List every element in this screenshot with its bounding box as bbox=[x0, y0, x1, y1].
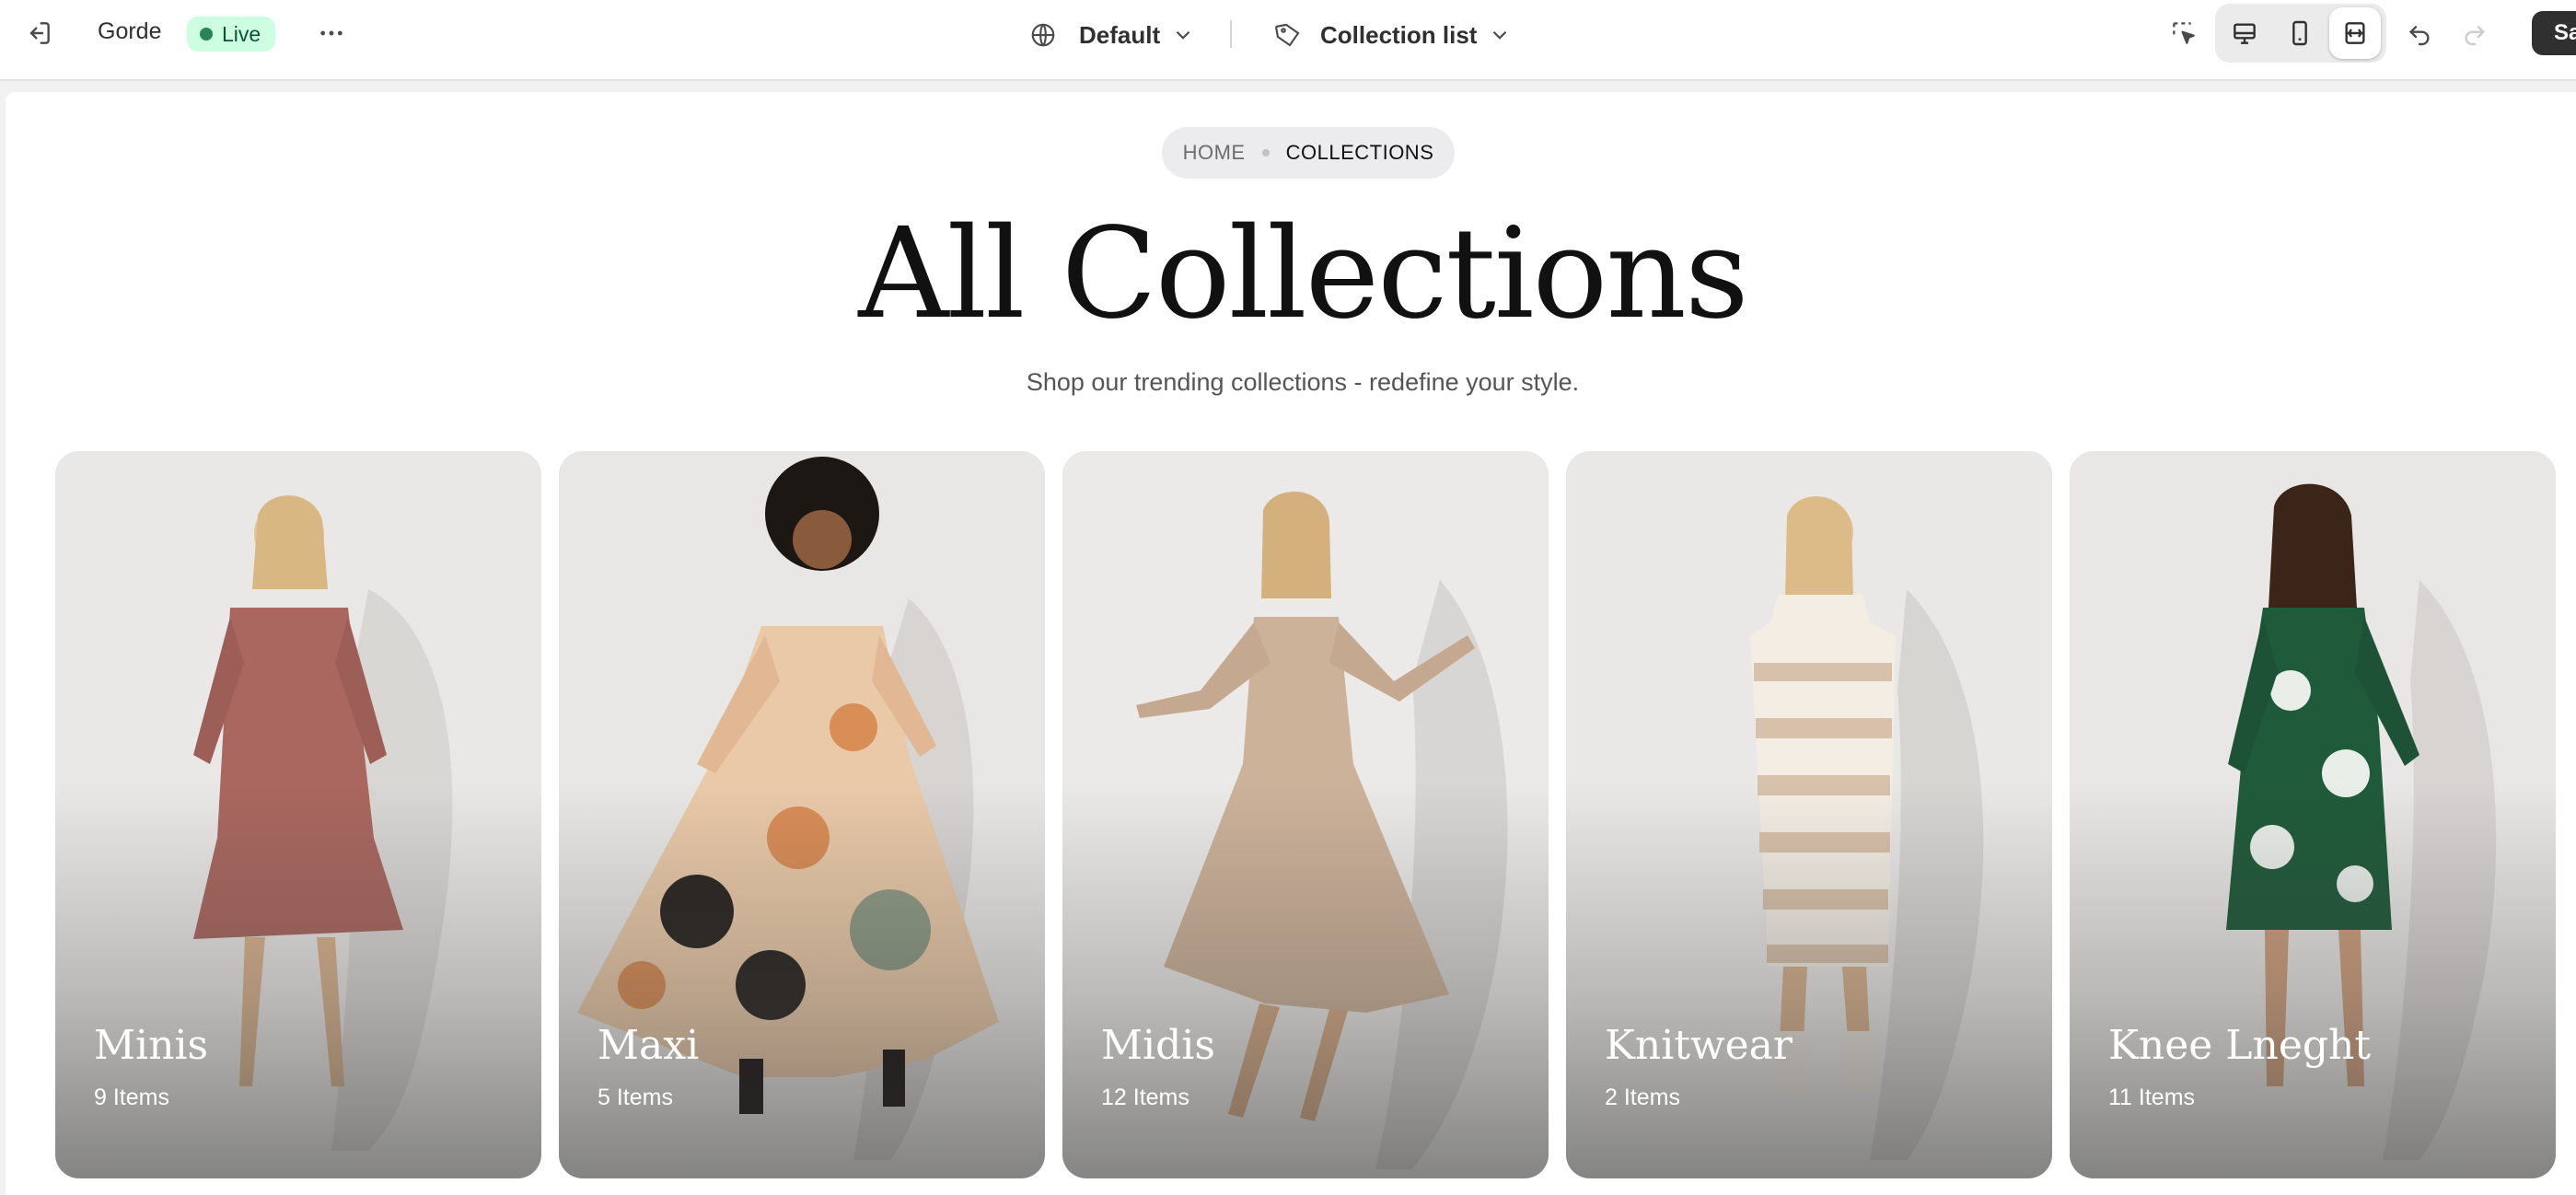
collection-card[interactable]: Knee Lneght 11 Items bbox=[2070, 451, 2556, 1178]
chevron-down-icon bbox=[1493, 30, 1507, 40]
collection-item-count: 5 Items bbox=[598, 1085, 673, 1110]
store-name[interactable]: Gorde bbox=[98, 18, 161, 45]
mobile-icon[interactable] bbox=[2274, 7, 2326, 59]
desktop-icon[interactable] bbox=[2219, 7, 2270, 59]
toolbar-divider bbox=[1230, 20, 1232, 48]
template-selector[interactable]: Collection list bbox=[1274, 15, 1512, 55]
collection-item-count: 2 Items bbox=[1605, 1085, 1680, 1110]
page-title: All Collections bbox=[858, 202, 1748, 347]
device-toggle-group bbox=[2215, 4, 2386, 63]
tag-icon bbox=[1275, 23, 1300, 47]
card-gradient-overlay bbox=[1062, 783, 1549, 1178]
collection-name[interactable]: Knitwear bbox=[1605, 1022, 1793, 1069]
live-status-dot bbox=[200, 28, 213, 41]
card-gradient-overlay bbox=[559, 783, 1045, 1178]
status-badge: Live bbox=[187, 17, 276, 52]
chevron-down-icon bbox=[1176, 30, 1190, 40]
collection-list: Minis 9 Items Maxi 5 Items Midis 12 Item… bbox=[55, 451, 2576, 1178]
collection-card[interactable]: Minis 9 Items bbox=[55, 451, 541, 1178]
breadcrumb-separator bbox=[1261, 149, 1270, 157]
card-gradient-overlay bbox=[2070, 783, 2556, 1178]
undo-icon[interactable] bbox=[2394, 7, 2445, 59]
collection-item-count: 11 Items bbox=[2108, 1085, 2196, 1110]
template-selector-label: Collection list bbox=[1320, 20, 1478, 49]
collection-card[interactable]: Knitwear 2 Items bbox=[1566, 451, 2052, 1178]
exit-icon[interactable] bbox=[13, 7, 64, 59]
full-width-icon[interactable] bbox=[2329, 7, 2381, 59]
collection-item-count: 9 Items bbox=[94, 1085, 169, 1110]
redo-icon[interactable] bbox=[2449, 7, 2501, 59]
breadcrumb: HOME COLLECTIONS bbox=[1162, 127, 1455, 179]
collection-name[interactable]: Midis bbox=[1101, 1022, 1215, 1069]
collection-name[interactable]: Knee Lneght bbox=[2108, 1022, 2371, 1069]
page-subtitle: Shop our trending collections - redefine… bbox=[1026, 368, 1580, 396]
collection-card[interactable]: Maxi 5 Items bbox=[559, 451, 1045, 1178]
more-horizontal-icon[interactable] bbox=[306, 7, 357, 59]
editor-topbar: Gorde Live Default Collection list Sa bbox=[0, 0, 2576, 81]
card-gradient-overlay bbox=[55, 783, 541, 1178]
theme-selector-label: Default bbox=[1079, 20, 1161, 49]
carousel-next-peek[interactable] bbox=[2569, 681, 2576, 737]
collection-name[interactable]: Minis bbox=[94, 1022, 208, 1069]
theme-preview-canvas: HOME COLLECTIONS All Collections Shop ou… bbox=[6, 92, 2576, 1195]
select-cursor-icon[interactable] bbox=[2158, 7, 2210, 59]
card-gradient-overlay bbox=[1566, 783, 2052, 1178]
collection-name[interactable]: Maxi bbox=[598, 1022, 699, 1069]
save-button[interactable]: Sa bbox=[2532, 11, 2576, 55]
globe-icon bbox=[1031, 23, 1055, 47]
breadcrumb-current: COLLECTIONS bbox=[1285, 141, 1434, 164]
breadcrumb-home-link[interactable]: HOME bbox=[1183, 141, 1246, 165]
collection-card[interactable]: Midis 12 Items bbox=[1062, 451, 1549, 1178]
collection-item-count: 12 Items bbox=[1101, 1085, 1189, 1110]
theme-selector[interactable]: Default bbox=[1029, 15, 1195, 55]
status-label: Live bbox=[222, 21, 261, 46]
